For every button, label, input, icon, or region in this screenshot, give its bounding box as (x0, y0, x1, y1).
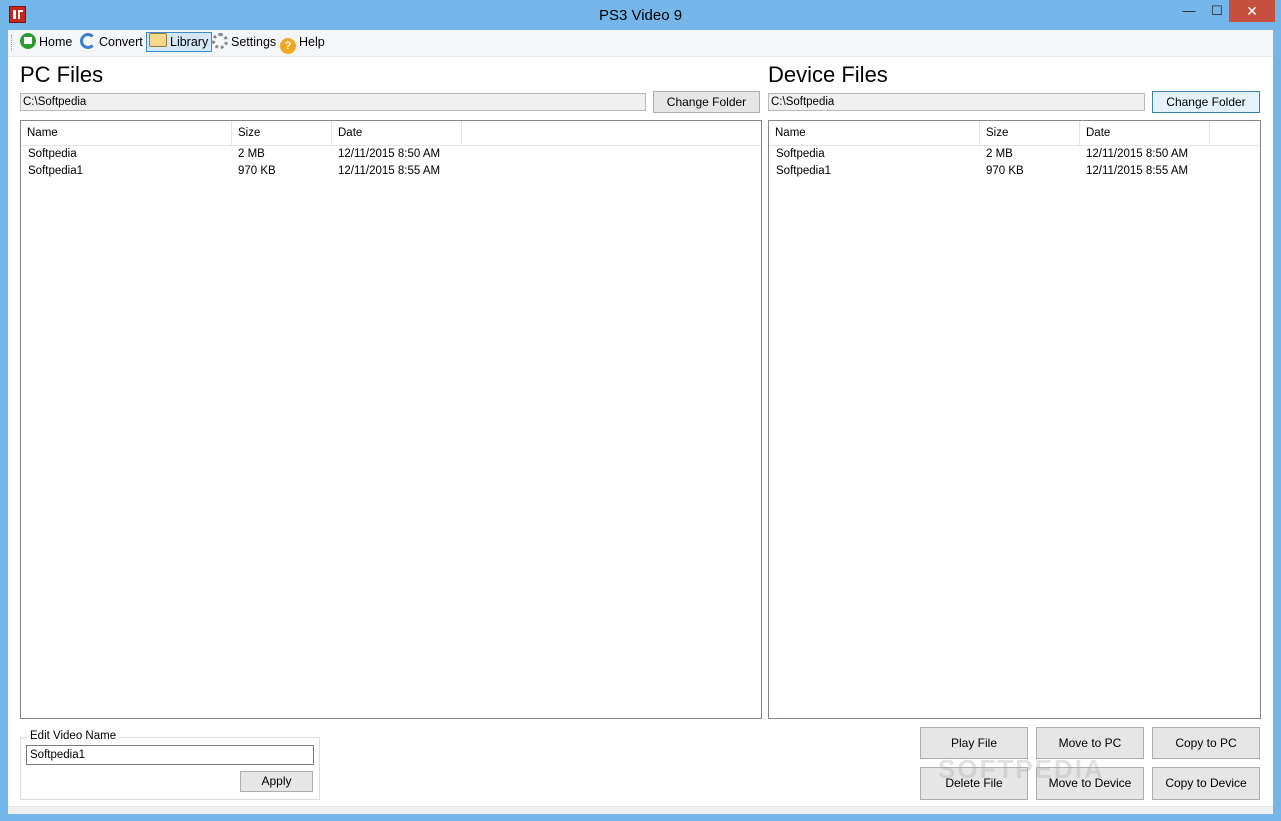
toolbar-convert-label: Convert (99, 35, 143, 49)
settings-icon (212, 33, 228, 49)
apply-button[interactable]: Apply (240, 771, 313, 792)
pc-row-size: 2 MB (238, 148, 265, 160)
delete-file-button[interactable]: Delete File (920, 767, 1028, 800)
minimize-button[interactable]: — (1175, 0, 1203, 22)
pc-file-list[interactable]: Name Size Date Softpedia 2 MB 12/11/2015… (20, 120, 762, 719)
title-bar[interactable]: PS3 Video 9 — ☐ ✕ (0, 0, 1281, 30)
pc-files-title: PC Files (20, 62, 104, 87)
client-area: Home Convert Library Settings ? Help PC F… (8, 30, 1273, 814)
toolbar-grip[interactable] (11, 35, 14, 51)
close-button[interactable]: ✕ (1229, 0, 1275, 22)
pc-col-date[interactable]: Date (332, 121, 462, 145)
pc-row-name: Softpedia (28, 148, 77, 160)
toolbar-library-label: Library (170, 35, 209, 49)
device-change-folder-button[interactable]: Change Folder (1152, 91, 1260, 113)
toolbar-library[interactable]: Library (146, 32, 213, 52)
pc-row-name: Softpedia1 (28, 165, 83, 177)
device-list-header: Name Size Date (769, 121, 1260, 146)
device-path-field[interactable]: C:\Softpedia (768, 93, 1145, 111)
device-row-size: 970 KB (986, 165, 1024, 177)
device-row-size: 2 MB (986, 148, 1013, 160)
pc-row-size: 970 KB (238, 165, 276, 177)
device-list-row[interactable]: Softpedia1 970 KB 12/11/2015 8:55 AM (769, 163, 1260, 180)
toolbar-convert[interactable]: Convert (78, 32, 146, 52)
device-col-name[interactable]: Name (769, 121, 980, 145)
convert-icon (80, 33, 96, 49)
pc-list-row[interactable]: Softpedia 2 MB 12/11/2015 8:50 AM (21, 146, 761, 163)
device-col-size[interactable]: Size (980, 121, 1080, 145)
device-file-list[interactable]: Name Size Date Softpedia 2 MB 12/11/2015… (768, 120, 1261, 719)
toolbar-help[interactable]: ? Help (278, 32, 328, 54)
copy-to-device-button[interactable]: Copy to Device (1152, 767, 1260, 800)
home-icon (20, 33, 36, 49)
toolbar-home-label: Home (39, 35, 73, 49)
device-col-date[interactable]: Date (1080, 121, 1210, 145)
pc-path-field[interactable]: C:\Softpedia (20, 93, 646, 111)
video-name-input[interactable]: Softpedia1 (26, 745, 314, 765)
device-files-title: Device Files (768, 62, 888, 87)
status-strip (8, 806, 1273, 814)
maximize-button[interactable]: ☐ (1203, 0, 1231, 22)
help-icon: ? (280, 38, 296, 54)
library-icon (149, 33, 167, 47)
copy-to-pc-button[interactable]: Copy to PC (1152, 727, 1260, 759)
app-window: PS3 Video 9 — ☐ ✕ Home Convert Library S… (0, 0, 1281, 821)
toolbar: Home Convert Library Settings ? Help (8, 30, 1273, 57)
pc-list-row[interactable]: Softpedia1 970 KB 12/11/2015 8:55 AM (21, 163, 761, 180)
pc-change-folder-button[interactable]: Change Folder (653, 91, 760, 113)
device-row-name: Softpedia (776, 148, 825, 160)
pc-list-header: Name Size Date (21, 121, 761, 146)
move-to-device-button[interactable]: Move to Device (1036, 767, 1144, 800)
toolbar-home[interactable]: Home (18, 32, 75, 52)
device-row-date: 12/11/2015 8:55 AM (1086, 165, 1189, 177)
device-row-name: Softpedia1 (776, 165, 831, 177)
play-file-button[interactable]: Play File (920, 727, 1028, 759)
pc-col-name[interactable]: Name (21, 121, 232, 145)
window-title: PS3 Video 9 (598, 7, 683, 24)
pc-row-date: 12/11/2015 8:55 AM (338, 165, 441, 177)
edit-video-name-group: Edit Video Name Softpedia1 Apply (20, 730, 320, 800)
edit-video-name-label: Edit Video Name (27, 730, 120, 742)
device-list-row[interactable]: Softpedia 2 MB 12/11/2015 8:50 AM (769, 146, 1260, 163)
device-row-date: 12/11/2015 8:50 AM (1086, 148, 1189, 160)
move-to-pc-button[interactable]: Move to PC (1036, 727, 1144, 759)
pc-col-size[interactable]: Size (232, 121, 332, 145)
toolbar-settings-label: Settings (231, 35, 277, 49)
toolbar-settings[interactable]: Settings (210, 32, 279, 52)
pc-row-date: 12/11/2015 8:50 AM (338, 148, 441, 160)
toolbar-help-label: Help (299, 35, 325, 49)
